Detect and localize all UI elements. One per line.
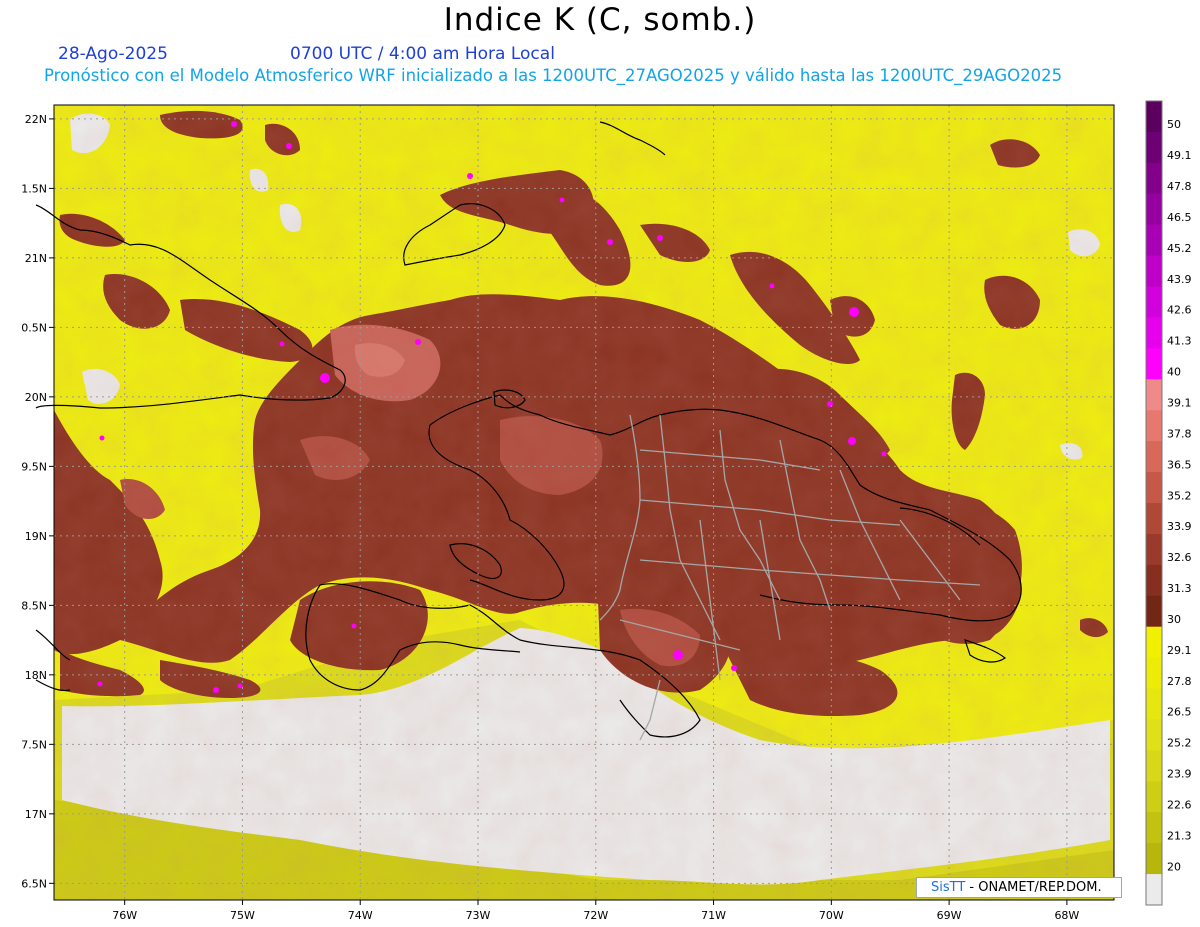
colorbar-swatch [1146,595,1162,628]
colorbar-label: 31.3 [1167,582,1192,595]
colorbar-label: 47.8 [1167,180,1192,193]
colorbar-swatch [1146,781,1162,813]
colorbar-label: 45.2 [1167,242,1192,255]
credit-sis: SisTT [931,880,966,895]
colorbar-swatch [1146,564,1162,597]
colorbar-label: 50 [1167,118,1181,131]
colorbar-swatch [1146,286,1162,318]
colorbar-swatch [1146,812,1162,844]
colorbar-swatch [1146,317,1162,349]
colorbar-swatch [1146,379,1162,411]
credit-box: SisTT - ONAMET/REP.DOM. [916,877,1122,898]
lat-tick-label: 9.5N [21,460,47,473]
colorbar-swatch [1146,843,1162,875]
colorbar-label: 39.1 [1167,397,1192,410]
colorbar-swatch [1146,348,1162,380]
colorbar: 50 49.1 47.8 46.5 45.2 43.9 42.6 41.3 40 39.1 37.8… [1145,100,1192,906]
colorbar-swatch [1146,688,1162,720]
colorbar-label: 35.2 [1167,489,1192,502]
colorbar-label: 23.9 [1167,768,1192,781]
colorbar-label: 46.5 [1167,211,1192,224]
lon-tick-label: 72W [583,909,608,922]
lat-tick-label: 0.5N [21,321,47,334]
colorbar-label: 25.2 [1167,737,1192,750]
lon-tick-label: 71W [701,909,726,922]
colorbar-swatch [1146,410,1162,442]
lat-tick-label: 20N [25,391,47,404]
colorbar-label: 41.3 [1167,335,1192,348]
colorbar-label: 27.8 [1167,675,1192,688]
colorbar-label: 30 [1167,613,1181,626]
colorbar-swatch [1146,874,1162,906]
colorbar-label: 49.1 [1167,149,1192,162]
colorbar-swatch [1146,472,1162,504]
lon-tick-label: 76W [112,909,137,922]
colorbar-label: 42.6 [1167,304,1192,317]
colorbar-swatch [1146,162,1162,195]
lon-tick-label: 75W [230,909,255,922]
lon-tick-label: 68W [1054,909,1079,922]
credit-org: - ONAMET/REP.DOM. [965,880,1102,895]
lat-tick-label: 19N [25,530,47,543]
colorbar-label: 43.9 [1167,273,1192,286]
latitude-axis: 22N 1.5N 21N 0.5N 20N 9.5N 19N 8.5N 18N 7.5N 17N 6.… [21,113,54,890]
k-index-map: 22N 1.5N 21N 0.5N 20N 9.5N 19N 8.5N 18N 7.5N 17N 6.… [21,100,1192,922]
lon-tick-label: 70W [819,909,844,922]
colorbar-label: 21.3 [1167,829,1192,842]
lat-tick-label: 17N [25,808,47,821]
colorbar-swatch [1146,657,1162,690]
colorbar-swatch [1146,719,1162,751]
colorbar-swatch [1146,750,1162,782]
lat-tick-label: 18N [25,669,47,682]
lat-tick-label: 1.5N [21,182,47,195]
lon-tick-label: 73W [466,909,491,922]
colorbar-label: 20 [1167,860,1181,873]
colorbar-label: 26.5 [1167,706,1192,719]
lat-tick-label: 7.5N [21,738,47,751]
colorbar-swatch [1146,533,1162,566]
colorbar-swatch [1146,131,1162,164]
colorbar-swatch [1146,626,1162,659]
lat-tick-label: 8.5N [21,599,47,612]
colorbar-label: 32.6 [1167,551,1192,564]
colorbar-swatch [1146,224,1162,257]
longitude-axis: 76W 75W 74W 73W 72W 71W 70W 69W 68W [112,900,1079,922]
lat-tick-label: 6.5N [21,877,47,890]
colorbar-label: 29.1 [1167,644,1192,657]
lat-tick-label: 21N [25,252,47,265]
colorbar-swatch [1146,101,1162,133]
lat-tick-label: 22N [25,113,47,126]
lon-tick-label: 74W [348,909,373,922]
colorbar-label: 40 [1167,366,1181,379]
colorbar-swatch [1146,255,1162,288]
colorbar-label: 37.8 [1167,427,1192,440]
colorbar-label: 22.6 [1167,799,1192,812]
colorbar-swatch [1146,441,1162,473]
colorbar-label: 33.9 [1167,520,1192,533]
colorbar-swatch [1146,503,1162,535]
texture-overlay [54,105,1114,900]
colorbar-label: 36.5 [1167,458,1192,471]
lon-tick-label: 69W [937,909,962,922]
colorbar-swatch [1146,193,1162,226]
